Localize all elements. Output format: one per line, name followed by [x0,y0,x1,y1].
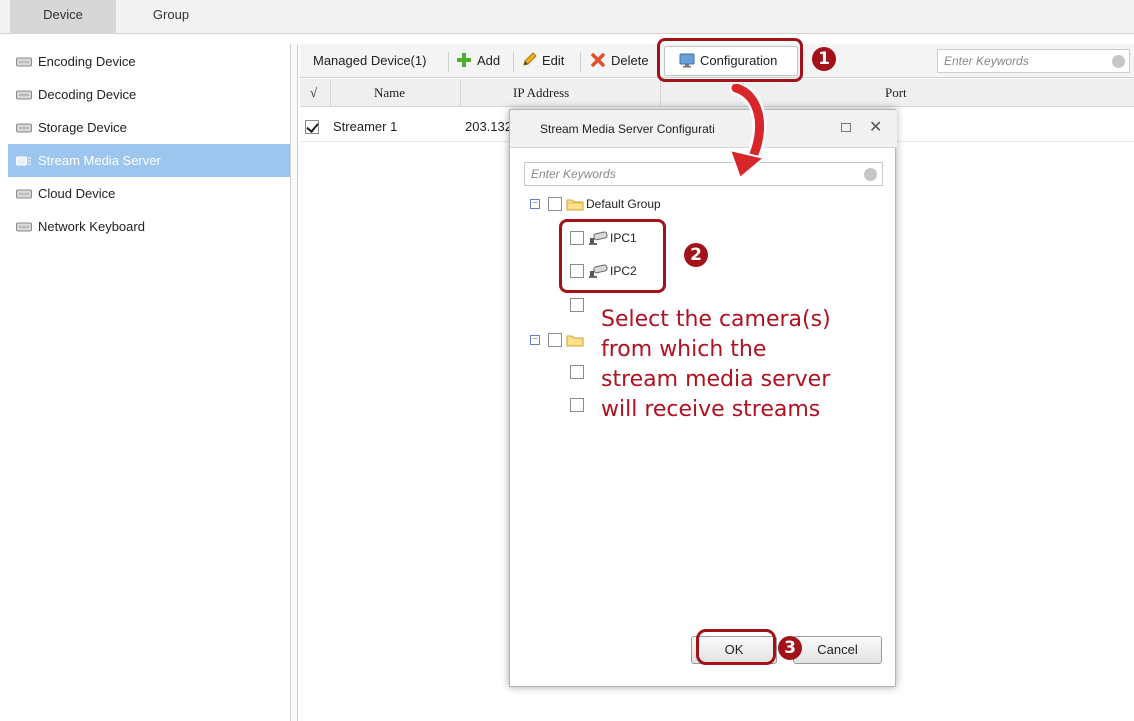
camera-checkbox[interactable] [570,365,584,379]
plus-icon [457,53,471,67]
sidebar-item-label: Storage Device [38,120,127,135]
dialog-title: Stream Media Server Configurati [540,122,715,136]
delete-button-label: Delete [611,53,649,68]
clear-icon[interactable] [1112,55,1125,68]
device-icon [16,123,32,133]
sidebar-item-label: Stream Media Server [38,153,161,168]
group-checkbox[interactable] [548,197,562,211]
toolbar-divider [448,52,449,72]
dialog-title-bar[interactable]: Stream Media Server Configurati ✕ [510,110,897,148]
group-label: Default Group [586,197,661,211]
folder-icon [566,335,584,347]
column-header-select[interactable]: √ [310,79,317,107]
sidebar-item-label: Network Keyboard [38,219,145,234]
device-search-input[interactable]: Enter Keywords [937,49,1130,73]
sidebar-item-label: Encoding Device [38,54,136,69]
add-button[interactable]: Add [456,44,500,78]
device-type-sidebar: Encoding Device Decoding Device Storage … [8,44,294,721]
dialog-search-input[interactable]: Enter Keywords [524,162,883,186]
device-name-cell: Streamer 1 [333,119,398,134]
device-icon [16,90,32,100]
search-placeholder: Enter Keywords [944,54,1029,68]
edit-button[interactable]: Edit [521,44,564,78]
panel-splitter[interactable] [290,44,298,721]
maximize-icon[interactable] [841,123,851,132]
row-checkbox[interactable] [305,120,319,134]
red-arrow-icon [728,84,767,180]
delete-button[interactable]: Delete [590,44,649,78]
edit-button-label: Edit [542,53,565,68]
sidebar-item-decoding-device[interactable]: Decoding Device [8,78,294,111]
delete-x-icon [591,53,605,67]
server-icon [16,156,31,166]
device-table-header: √ Name IP Address Port [300,79,1134,107]
ip-address-cell: 203.132 [465,119,512,134]
instruction-callout: Select the camera(s) from which the stre… [601,305,846,425]
sidebar-item-label: Decoding Device [38,87,137,102]
tab-group[interactable]: Group [116,0,226,34]
column-divider [330,79,331,107]
column-header-ip-address[interactable]: IP Address [513,79,569,107]
collapse-icon[interactable]: − [530,335,540,345]
sidebar-item-cloud-device[interactable]: Cloud Device [8,177,294,210]
highlight-cameras [559,219,666,293]
step-badge-2: 2 [684,243,708,267]
tree-node-default-group[interactable]: − Default Group [530,193,730,215]
sidebar-item-label: Cloud Device [38,186,116,201]
step-badge-1: 1 [812,47,836,71]
sidebar-item-network-keyboard[interactable]: Network Keyboard [8,210,294,243]
toolbar-divider [513,52,514,72]
close-icon[interactable]: ✕ [869,117,882,137]
folder-icon [566,199,584,211]
tree-node-group[interactable]: − [530,329,590,351]
sidebar-item-encoding-device[interactable]: Encoding Device [8,45,294,78]
device-icon [16,189,32,199]
group-checkbox[interactable] [548,333,562,347]
clear-icon[interactable] [864,168,877,181]
add-button-label: Add [477,53,501,68]
top-tab-bar: Device Group [0,0,1134,34]
column-header-name[interactable]: Name [374,79,405,107]
keyboard-icon [16,222,32,232]
highlight-configuration [657,38,803,82]
tab-device[interactable]: Device [10,0,116,34]
column-header-port[interactable]: Port [885,79,907,107]
column-divider [660,79,661,107]
step-badge-3: 3 [778,636,802,660]
toolbar-divider [580,52,581,72]
sidebar-item-storage-device[interactable]: Storage Device [8,111,294,144]
pencil-icon [523,52,537,66]
cancel-button[interactable]: Cancel [793,636,882,664]
collapse-icon[interactable]: − [530,199,540,209]
device-icon [16,57,32,67]
sidebar-item-stream-media-server[interactable]: Stream Media Server [8,144,294,177]
managed-device-count: Managed Device(1) [313,53,427,68]
camera-checkbox[interactable] [570,298,584,312]
highlight-ok [696,629,776,665]
camera-checkbox[interactable] [570,398,584,412]
column-divider [460,79,461,107]
search-placeholder: Enter Keywords [531,167,616,181]
